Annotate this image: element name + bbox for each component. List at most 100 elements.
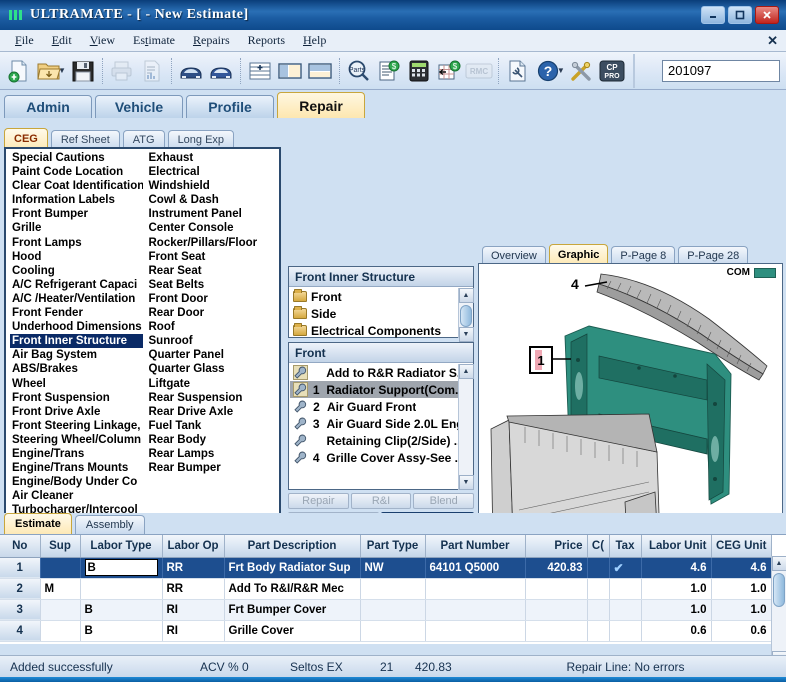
ceg-category-item[interactable]: Paint Code Location xyxy=(10,165,143,179)
vehicle-front-icon[interactable] xyxy=(176,55,206,87)
repair-button[interactable]: Repair xyxy=(288,493,349,509)
scroll-up-icon[interactable]: ▲ xyxy=(772,556,786,571)
cell-labor-type[interactable]: B xyxy=(80,599,162,620)
ceg-category-item[interactable]: A/C /Heater/Ventilation xyxy=(10,292,143,306)
ceg-category-item[interactable]: Front Fender xyxy=(10,306,143,320)
grid-scrollbar[interactable]: ▲ ▼ xyxy=(771,556,786,666)
cell-price[interactable] xyxy=(525,578,587,599)
cell-ceg-unit[interactable]: 0.6 xyxy=(711,620,771,641)
column-header-tax[interactable]: Tax xyxy=(609,535,641,557)
estimate-number-field[interactable]: 201097 xyxy=(662,60,780,82)
column-header-part-number[interactable]: Part Number xyxy=(425,535,525,557)
save-floppy-icon[interactable] xyxy=(68,55,98,87)
cp-pro-icon[interactable]: CP PRO xyxy=(597,55,627,87)
cell-no[interactable]: 2 xyxy=(0,578,40,599)
tree-item[interactable]: Side xyxy=(290,305,458,322)
cell-no[interactable]: 4 xyxy=(0,620,40,641)
cell-tax[interactable] xyxy=(609,599,641,620)
ceg-category-item[interactable]: Rear Bumper xyxy=(147,461,280,475)
parts-list[interactable]: Add to R&R Radiator S...1Radiator Suppor… xyxy=(290,364,458,466)
menu-help[interactable]: Help xyxy=(294,31,335,50)
ceg-category-item[interactable]: Instrument Panel xyxy=(147,207,280,221)
tab-assembly[interactable]: Assembly xyxy=(75,515,145,534)
cell-labor-unit[interactable]: 1.0 xyxy=(641,599,711,620)
ceg-category-item[interactable]: Rocker/Pillars/Floor xyxy=(147,236,280,250)
cell-sup[interactable] xyxy=(40,557,80,578)
insert-row-icon[interactable] xyxy=(245,55,275,87)
ceg-category-item[interactable]: Center Console xyxy=(147,221,280,235)
ceg-category-item[interactable]: Engine/Trans xyxy=(10,447,143,461)
vehicle-rear-icon[interactable] xyxy=(206,55,236,87)
column-header-sup[interactable]: Sup xyxy=(40,535,80,557)
parts-list-item[interactable]: 3Air Guard Side 2.0L Eng xyxy=(290,415,458,432)
structure-tree[interactable]: FrontSideElectrical Components xyxy=(290,288,458,339)
parts-list-item[interactable]: 1Radiator Support(Com... xyxy=(290,381,458,398)
ceg-category-item[interactable]: ABS/Brakes xyxy=(10,362,143,376)
cell-sup[interactable] xyxy=(40,599,80,620)
ceg-category-item[interactable]: Electrical xyxy=(147,165,280,179)
parts-list-item[interactable]: 4Grille Cover Assy-See ... xyxy=(290,449,458,466)
cell-tax[interactable]: ✔ xyxy=(609,557,641,578)
tab-vehicle[interactable]: Vehicle xyxy=(95,95,183,118)
cell-ceg-unit[interactable]: 4.6 xyxy=(711,557,771,578)
tab-profile[interactable]: Profile xyxy=(186,95,274,118)
cell-part-number[interactable] xyxy=(425,599,525,620)
parts-list-scrollbar[interactable]: ▲ ▼ xyxy=(458,364,473,490)
ceg-category-item[interactable]: Information Labels xyxy=(10,193,143,207)
ceg-category-item[interactable]: Rear Drive Axle xyxy=(147,405,280,419)
totals-dollar-icon[interactable]: $ xyxy=(434,55,464,87)
help-icon[interactable]: ? xyxy=(533,55,563,87)
column-header-part-description[interactable]: Part Description xyxy=(224,535,360,557)
cell-price[interactable] xyxy=(525,620,587,641)
ceg-category-item[interactable]: Rear Suspension xyxy=(147,391,280,405)
ceg-category-item[interactable]: Cooling xyxy=(10,264,143,278)
cell-part-type[interactable] xyxy=(360,620,425,641)
ceg-category-item[interactable]: Front Steering Linkage, xyxy=(10,419,143,433)
cell-part-description[interactable]: Add To R&I/R&R Mec xyxy=(224,578,360,599)
cell-part-description[interactable]: Grille Cover xyxy=(224,620,360,641)
cell-no[interactable]: 1 xyxy=(0,557,40,578)
menu-file[interactable]: File xyxy=(6,31,43,50)
labor-type-input[interactable]: B xyxy=(85,559,158,576)
cell-price[interactable]: 420.83 xyxy=(525,557,587,578)
tree-scrollbar[interactable]: ▲ ▼ xyxy=(458,288,473,338)
ceg-category-item[interactable]: Rear Body xyxy=(147,433,280,447)
new-document-icon[interactable] xyxy=(4,55,34,87)
tab-admin[interactable]: Admin xyxy=(4,95,92,118)
column-header-labor-unit[interactable]: Labor Unit xyxy=(641,535,711,557)
cell-part-number[interactable] xyxy=(425,578,525,599)
ceg-category-item[interactable]: Front Drive Axle xyxy=(10,405,143,419)
ceg-category-item[interactable]: Cowl & Dash xyxy=(147,193,280,207)
column-header-part-type[interactable]: Part Type xyxy=(360,535,425,557)
cell-price[interactable] xyxy=(525,599,587,620)
ceg-category-item[interactable]: Air Bag System xyxy=(10,348,143,362)
rni-button[interactable]: R&I xyxy=(351,493,412,509)
open-folder-icon[interactable] xyxy=(34,55,64,87)
ceg-category-item[interactable]: Quarter Glass xyxy=(147,362,280,376)
cell-labor-op[interactable]: RI xyxy=(162,599,224,620)
column-header-labor-op[interactable]: Labor Op xyxy=(162,535,224,557)
cell-labor-op[interactable]: RR xyxy=(162,578,224,599)
ceg-category-item[interactable]: Steering Wheel/Column xyxy=(10,433,143,447)
cell-labor-unit[interactable]: 1.0 xyxy=(641,578,711,599)
close-document-icon[interactable]: ✕ xyxy=(767,33,778,49)
cell-labor-type[interactable]: B xyxy=(80,620,162,641)
tab-overview[interactable]: Overview xyxy=(482,246,546,264)
ceg-category-item[interactable]: Rear Door xyxy=(147,306,280,320)
ceg-category-item[interactable]: Engine/Body Under Co xyxy=(10,475,143,489)
cell-part-type[interactable] xyxy=(360,599,425,620)
cell-part-description[interactable]: Frt Body Radiator Sup xyxy=(224,557,360,578)
ceg-category-item[interactable]: Exhaust xyxy=(147,151,280,165)
ceg-category-item[interactable]: Front Door xyxy=(147,292,280,306)
tab-p-page-28[interactable]: P-Page 28 xyxy=(678,246,748,264)
ceg-category-item[interactable]: Special Cautions xyxy=(10,151,143,165)
scroll-up-icon[interactable]: ▲ xyxy=(459,288,474,303)
ceg-category-item[interactable]: Air Cleaner xyxy=(10,489,143,503)
ceg-category-item[interactable]: A/C Refrigerant Capaci xyxy=(10,278,143,292)
ceg-category-item[interactable]: Front Inner Structure xyxy=(10,334,143,348)
cell-no[interactable]: 3 xyxy=(0,599,40,620)
table-row[interactable]: 3BRIFrt Bumper Cover1.01.0 xyxy=(0,599,771,620)
menu-reports[interactable]: Reports xyxy=(239,31,294,50)
minimize-button[interactable] xyxy=(701,6,725,24)
cell-cc[interactable] xyxy=(587,557,609,578)
